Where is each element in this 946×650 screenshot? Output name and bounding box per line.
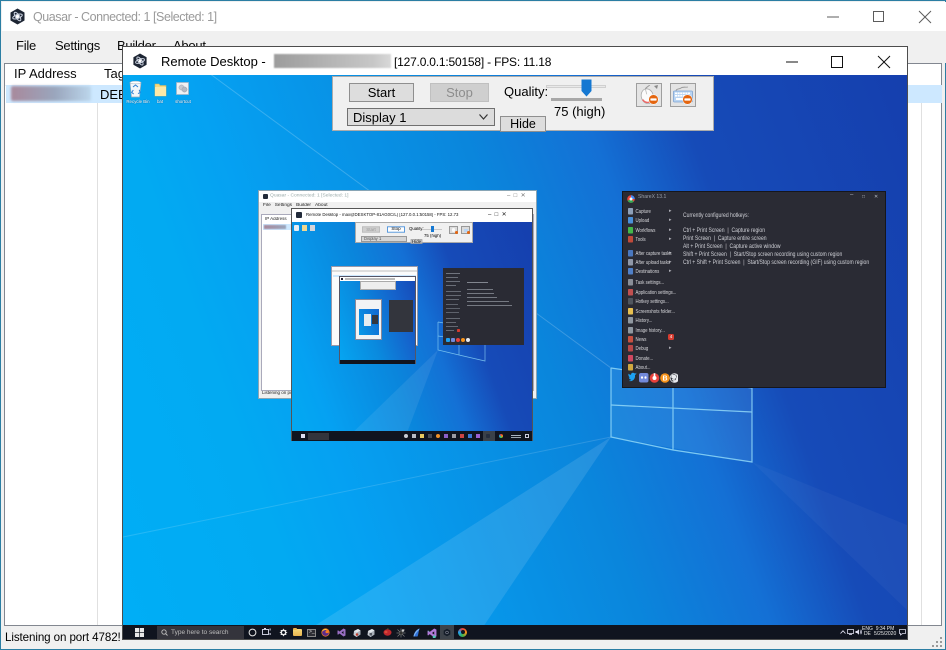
svg-text:B: B — [662, 376, 667, 383]
